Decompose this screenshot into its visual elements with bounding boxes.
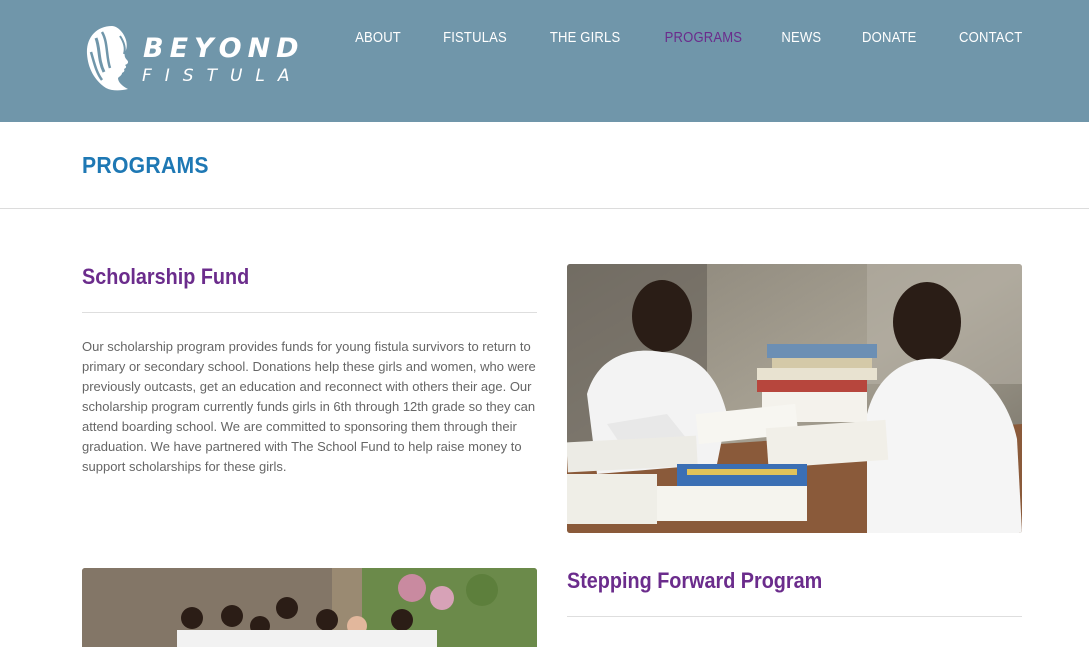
nav-item-news[interactable]: NEWS [781, 29, 821, 49]
woman-profile-logo-icon [86, 26, 129, 91]
nav-item-fistulas[interactable]: FISTULAS [443, 29, 507, 49]
section-divider [567, 616, 1022, 617]
site-logo[interactable]: BEYOND FISTULA [82, 24, 299, 94]
nav-item-donate[interactable]: DONATE [862, 29, 916, 49]
page-title: PROGRAMS [82, 152, 209, 178]
nav-item-the-girls[interactable]: THE GIRLS [550, 29, 621, 49]
section-heading-stepping-forward: Stepping Forward Program [567, 568, 823, 593]
logo-text-fistula: FISTULA [142, 66, 303, 86]
section-divider [82, 312, 537, 313]
section-heading-scholarship-fund: Scholarship Fund [82, 264, 250, 289]
group-photo [82, 568, 537, 647]
students-studying-image [567, 264, 1022, 533]
nav-item-about[interactable]: ABOUT [355, 29, 401, 49]
site-header: BEYOND FISTULA ABOUT FISTULAS THE GIRLS … [0, 0, 1089, 122]
nav-item-contact[interactable]: CONTACT [959, 29, 1022, 49]
group-image [82, 568, 537, 647]
logo-text-beyond: BEYOND [143, 33, 305, 64]
nav-item-programs[interactable]: PROGRAMS [664, 29, 742, 49]
scholarship-fund-description: Our scholarship program provides funds f… [82, 339, 536, 474]
page-title-bar: PROGRAMS [0, 122, 1089, 209]
main-navigation: ABOUT FISTULAS THE GIRLS PROGRAMS NEWS D… [315, 29, 1022, 49]
students-studying-photo [567, 264, 1022, 533]
